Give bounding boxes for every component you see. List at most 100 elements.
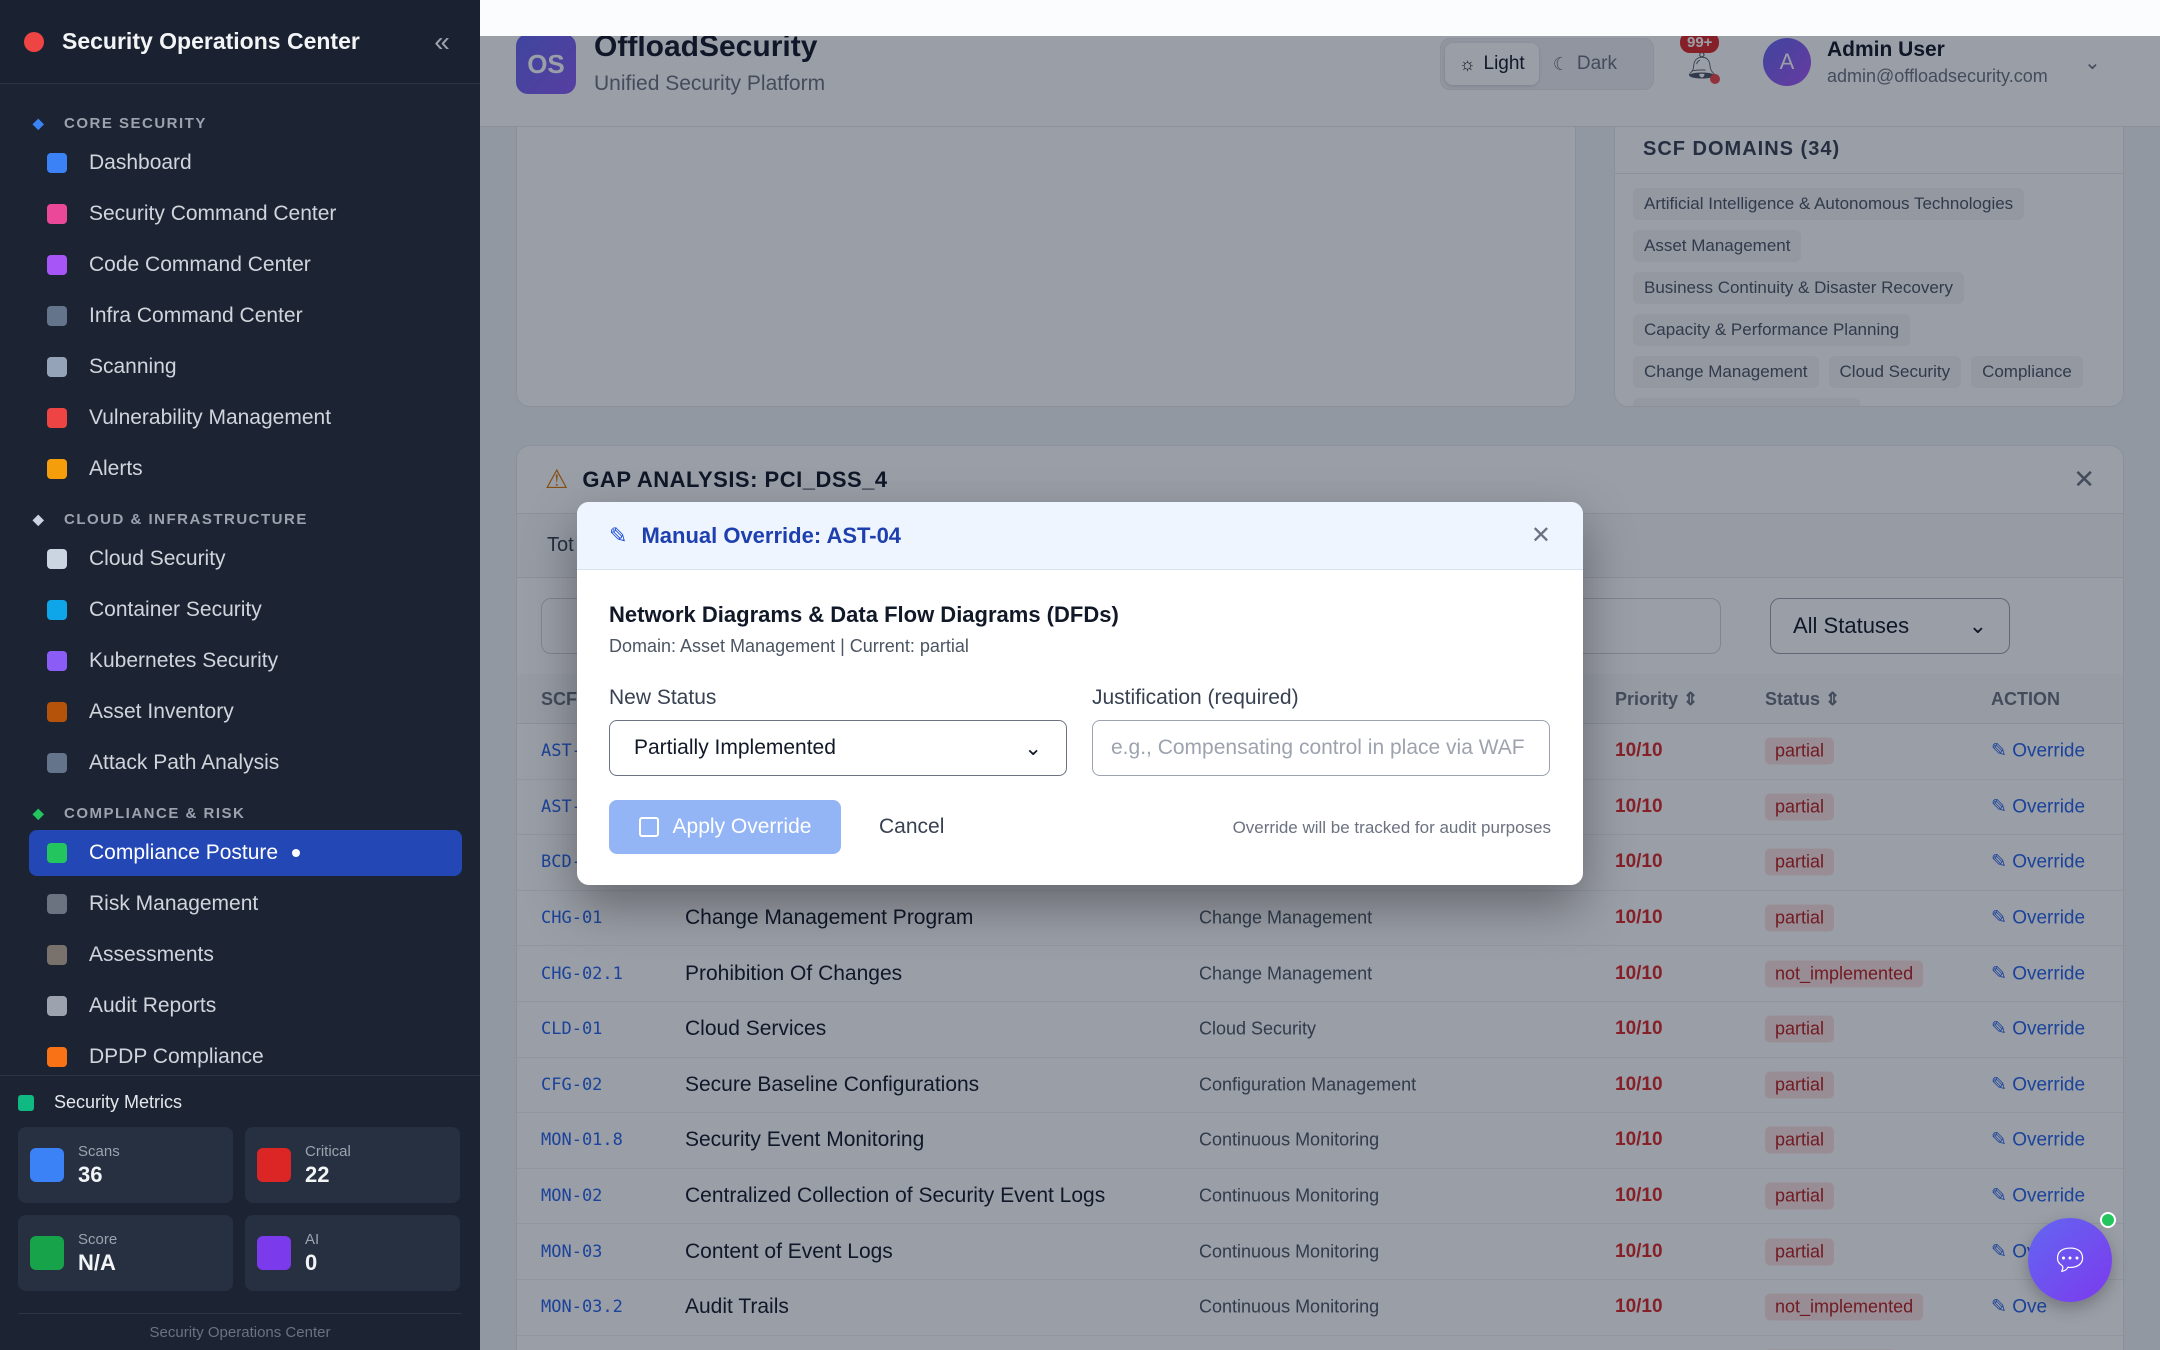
sidebar-item-label: Attack Path Analysis — [89, 751, 280, 774]
sidebar-section: ◆ CORE SECURITY — [30, 114, 462, 132]
sidebar-item-label: Risk Management — [89, 892, 259, 915]
sidebar-nav: ◆ CORE SECURITY Dashboard Security Command … — [0, 84, 480, 1084]
sidebar-item-label: DPDP Compliance — [89, 1045, 264, 1068]
metric-card-critical: Critical 22 — [245, 1127, 460, 1203]
sidebar-item-risk-management[interactable]: Risk Management — [29, 881, 462, 927]
metric-label: Critical — [305, 1142, 351, 1160]
sidebar-item-asset-inventory[interactable]: Asset Inventory — [29, 689, 462, 735]
pencil-icon: ✎ — [609, 522, 628, 548]
sidebar-item-label: Container Security — [89, 598, 262, 621]
kubernetes-security-icon — [47, 651, 67, 671]
sidebar-item-label: Code Command Center — [89, 253, 311, 276]
infra-command-center-icon — [47, 306, 67, 326]
section-icon: ◆ — [32, 510, 46, 527]
sidebar-item-attack-path-analysis[interactable]: Attack Path Analysis — [29, 740, 462, 786]
bar-chart-icon — [18, 1094, 34, 1111]
sidebar-item-label: Vulnerability Management — [89, 406, 332, 429]
metrics-grid: Scans 36 Critical 22 Score N/A AI 0 — [18, 1127, 462, 1291]
sidebar-item-assessments[interactable]: Assessments — [29, 932, 462, 978]
sidebar-title: Security Operations Center — [62, 28, 360, 54]
cloud-security-icon — [47, 549, 67, 569]
save-icon — [638, 817, 659, 837]
sidebar-item-label: Compliance Posture — [89, 841, 279, 864]
new-status-label: New Status — [609, 686, 717, 709]
online-status-dot — [2100, 1212, 2116, 1228]
sidebar-item-label: Audit Reports — [89, 994, 217, 1017]
cancel-button[interactable]: Cancel — [859, 800, 964, 854]
audit-note: Override will be tracked for audit purpo… — [1232, 818, 1551, 837]
metric-card-scans: Scans 36 — [18, 1127, 233, 1203]
apply-override-label: Apply Override — [672, 815, 812, 838]
manual-override-modal: ✎ Manual Override: AST-04 ✕ Network Diag… — [577, 502, 1583, 885]
sidebar-item-dpdp-compliance[interactable]: DPDP Compliance — [29, 1034, 462, 1080]
section-label: COMPLIANCE & RISK — [64, 804, 246, 822]
vulnerability-management-icon — [47, 408, 67, 428]
sidebar-item-label: Infra Command Center — [89, 304, 303, 327]
sidebar-item-audit-reports[interactable]: Audit Reports — [29, 983, 462, 1029]
sidebar-item-label: Scanning — [89, 355, 177, 378]
metric-icon — [257, 1148, 291, 1182]
metric-icon — [257, 1236, 291, 1270]
logo-icon — [24, 31, 44, 52]
section-icon: ◆ — [32, 804, 46, 821]
scanning-icon — [47, 357, 67, 377]
metric-value: N/A — [78, 1249, 116, 1275]
close-icon[interactable]: ✕ — [1531, 521, 1551, 550]
new-status-select[interactable]: Partially Implemented ⌄ — [609, 720, 1067, 776]
container-security-icon — [47, 600, 67, 620]
alerts-icon — [47, 459, 67, 479]
metric-label: Score — [78, 1230, 118, 1248]
chat-icon[interactable]: 💬︎ — [2028, 1218, 2112, 1302]
sidebar-item-alerts[interactable]: Alerts — [29, 446, 462, 492]
metric-value: 36 — [78, 1161, 103, 1187]
apply-override-button[interactable]: Apply Override — [609, 800, 841, 854]
sidebar-item-scanning[interactable]: Scanning — [29, 344, 462, 390]
control-name: Network Diagrams & Data Flow Diagrams (D… — [609, 602, 1119, 627]
code-command-center-icon — [47, 255, 67, 275]
metric-label: Scans — [78, 1142, 120, 1160]
sidebar-item-label: Security Command Center — [89, 202, 337, 225]
sidebar-item-infra-command-center[interactable]: Infra Command Center — [29, 293, 462, 339]
sidebar-header: Security Operations Center « — [0, 0, 480, 84]
sidebar-item-label: Kubernetes Security — [89, 649, 279, 672]
sidebar-item-label: Assessments — [89, 943, 214, 966]
backdrop-top-strip — [480, 0, 2160, 36]
sidebar-item-code-command-center[interactable]: Code Command Center — [29, 242, 462, 288]
control-meta: Domain: Asset Management | Current: part… — [609, 636, 969, 656]
section-label: CLOUD & INFRASTRUCTURE — [64, 510, 308, 528]
metric-icon — [30, 1148, 64, 1182]
security-command-center-icon — [47, 204, 67, 224]
risk-management-icon — [47, 894, 67, 914]
sidebar-item-kubernetes-security[interactable]: Kubernetes Security — [29, 638, 462, 684]
audit-reports-icon — [47, 996, 67, 1016]
metrics-title: Security Metrics — [18, 1086, 462, 1127]
justification-label: Justification (required) — [1092, 686, 1299, 709]
active-indicator — [292, 849, 301, 857]
metric-label: AI — [305, 1230, 320, 1248]
sidebar-item-label: Cloud Security — [89, 547, 226, 570]
sidebar-item-container-security[interactable]: Container Security — [29, 587, 462, 633]
metric-icon — [30, 1236, 64, 1270]
sidebar-item-vulnerability-management[interactable]: Vulnerability Management — [29, 395, 462, 441]
sidebar-item-label: Alerts — [89, 457, 143, 480]
metric-card-ai: AI 0 — [245, 1215, 460, 1291]
collapse-sidebar-icon[interactable]: « — [428, 26, 456, 57]
justification-input[interactable] — [1092, 720, 1550, 776]
sidebar-footer: Security Operations Center — [18, 1313, 462, 1341]
sidebar-item-compliance-posture[interactable]: Compliance Posture — [29, 830, 462, 876]
section-label: CORE SECURITY — [64, 114, 207, 132]
section-icon: ◆ — [32, 114, 46, 131]
dpdp-compliance-icon — [47, 1047, 67, 1067]
security-metrics-panel: Security Metrics Scans 36 Critical 22 Score N… — [0, 1075, 480, 1350]
sidebar-item-cloud-security[interactable]: Cloud Security — [29, 536, 462, 582]
dashboard-icon — [47, 153, 67, 173]
sidebar-item-dashboard[interactable]: Dashboard — [29, 140, 462, 186]
metric-value: 0 — [305, 1249, 318, 1275]
compliance-posture-icon — [47, 843, 67, 863]
metric-card-score: Score N/A — [18, 1215, 233, 1291]
assessments-icon — [47, 945, 67, 965]
new-status-value: Partially Implemented — [634, 736, 836, 759]
sidebar-item-security-command-center[interactable]: Security Command Center — [29, 191, 462, 237]
sidebar-section: ◆ COMPLIANCE & RISK — [30, 804, 462, 822]
modal-header: ✎ Manual Override: AST-04 ✕ — [577, 502, 1583, 570]
